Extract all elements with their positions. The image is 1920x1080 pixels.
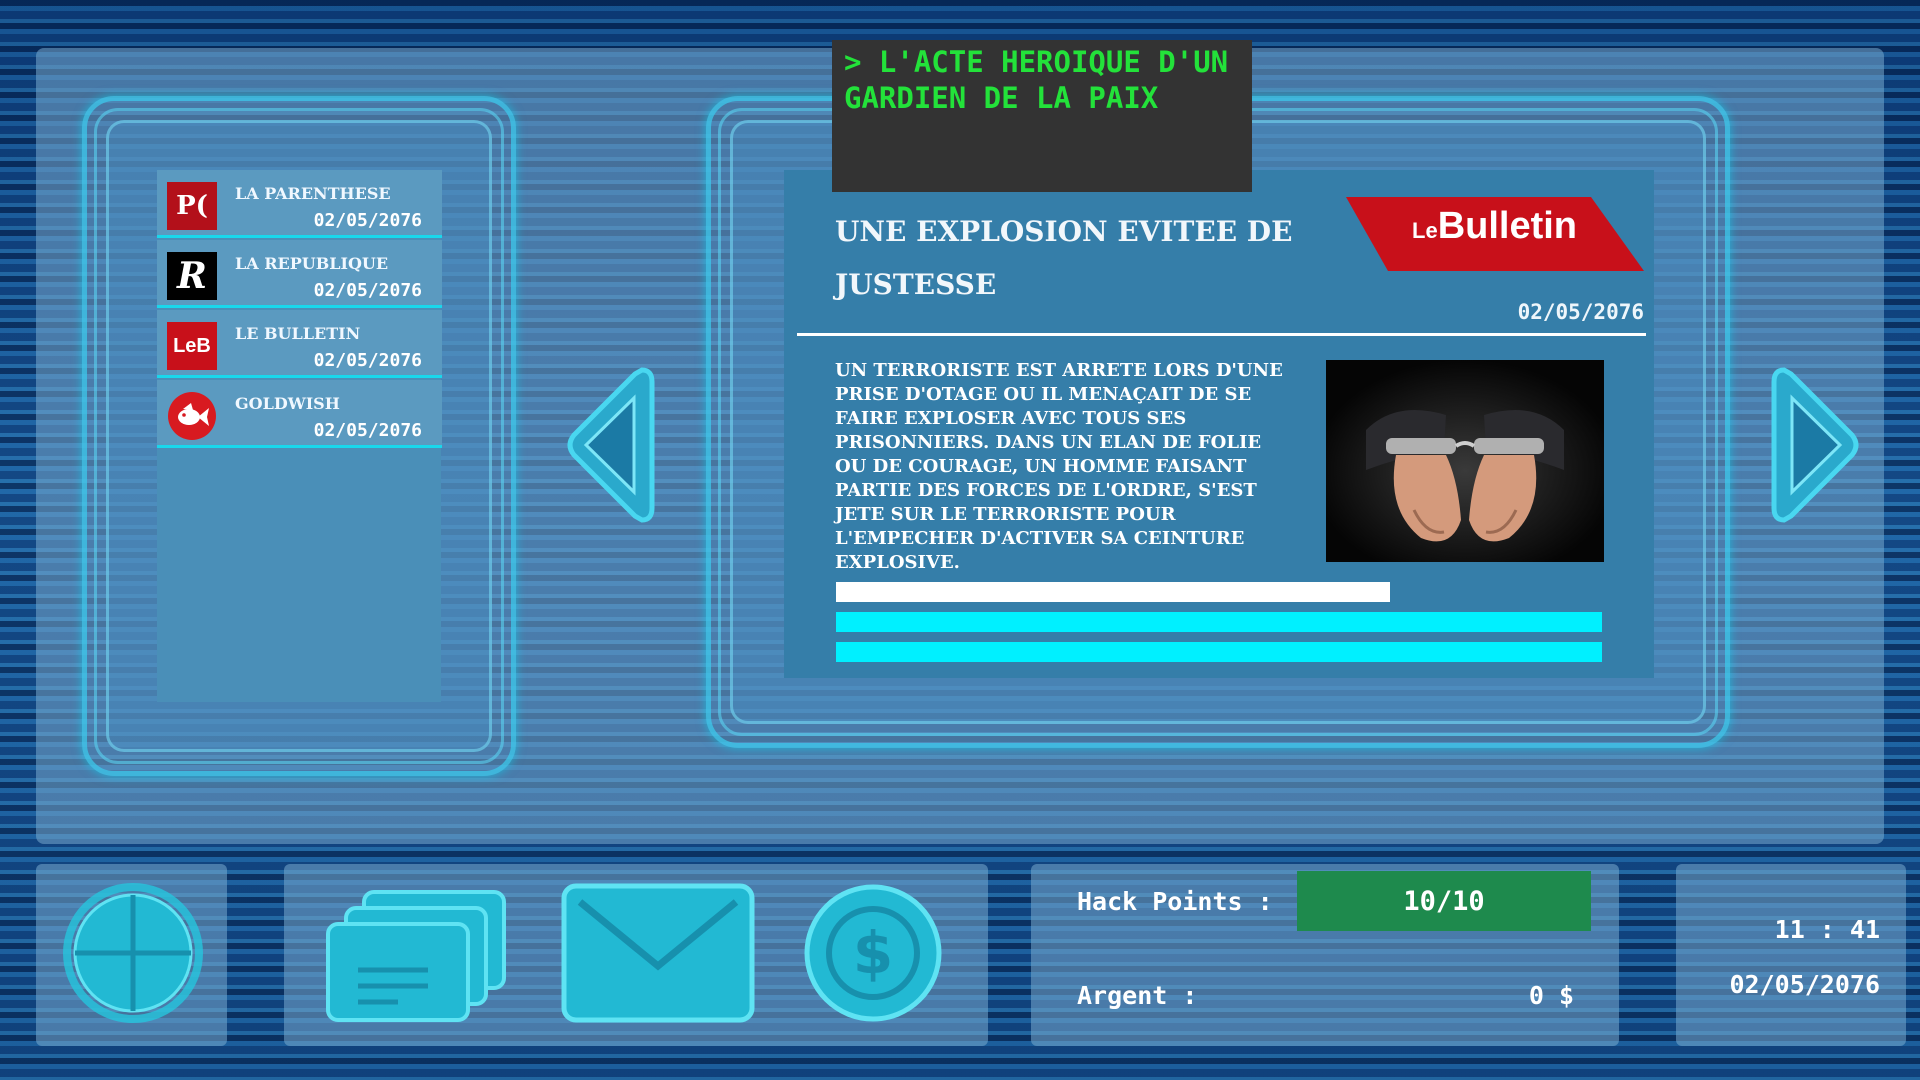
newspaper-date: 02/05/2076 [313, 210, 422, 231]
brand-prefix: Le [1412, 218, 1438, 243]
money-button[interactable]: $ [800, 880, 946, 1026]
previous-article-button[interactable] [560, 360, 660, 530]
newspaper-item-goldwish[interactable]: GOLDWISH 02/05/2076 [157, 380, 442, 448]
la-republique-logo: R [167, 252, 217, 300]
article-date: 02/05/2076 [1517, 300, 1644, 324]
text-placeholder-bar [836, 642, 1602, 662]
headline-banner-text: > L'ACTE HEROIQUE D'UN GARDIEN DE LA PAI… [844, 45, 1229, 115]
newspaper-name: GOLDWISH [235, 394, 340, 413]
newspaper-item-la-republique[interactable]: R LA REPUBLIQUE 02/05/2076 [157, 240, 442, 308]
article-divider [797, 333, 1646, 336]
headline-banner: > L'ACTE HEROIQUE D'UN GARDIEN DE LA PAI… [832, 40, 1252, 192]
newspaper-item-le-bulletin[interactable]: LeB LE BULLETIN 02/05/2076 [157, 310, 442, 378]
newspaper-name: LA REPUBLIQUE [235, 254, 389, 273]
money-label: Argent : [1077, 981, 1198, 1010]
newspaper-date: 02/05/2076 [313, 420, 422, 441]
la-parenthese-logo: P( [167, 182, 217, 230]
mail-button[interactable] [558, 880, 758, 1026]
money-value: 0 $ [1528, 981, 1574, 1010]
le-bulletin-logo: LeB [167, 322, 217, 370]
newspaper-item-la-parenthese[interactable]: P( LA PARENTHESE 02/05/2076 [157, 170, 442, 238]
envelope-icon [561, 883, 755, 1023]
dollar-coin-icon: $ [804, 884, 942, 1022]
bottom-panel-clock [1676, 864, 1906, 1046]
article-title: UNE EXPLOSION EVITEE DE JUSTESSE [835, 215, 1293, 301]
globe-button[interactable] [60, 880, 206, 1026]
newspaper-date: 02/05/2076 [313, 350, 422, 371]
hack-points-value: 10/10 [1297, 871, 1591, 931]
svg-text:$: $ [853, 919, 893, 987]
article-body: UN TERRORISTE EST ARRETE LORS D'UNE PRIS… [835, 360, 1283, 573]
newspaper-list: P( LA PARENTHESE 02/05/2076 R LA REPUBLI… [157, 170, 442, 702]
newspaper-name: LE BULLETIN [235, 324, 361, 343]
brand-name: Bulletin [1437, 205, 1578, 247]
newspaper-date: 02/05/2076 [313, 280, 422, 301]
arrow-right-icon [1771, 367, 1859, 523]
newspaper-name: LA PARENTHESE [235, 184, 391, 203]
goldfish-icon [167, 392, 217, 440]
hack-points-label: Hack Points : [1077, 887, 1273, 916]
next-article-button[interactable] [1766, 360, 1866, 530]
arrow-left-icon [567, 367, 655, 523]
globe-icon [63, 883, 203, 1023]
le-bulletin-brand-logo: LeBulletin [1346, 197, 1646, 271]
news-cards-button[interactable] [318, 880, 516, 1026]
clock-date: 02/05/2076 [1729, 970, 1880, 999]
cards-icon [326, 890, 506, 1022]
text-placeholder-bar [836, 612, 1602, 632]
text-placeholder-bar [836, 582, 1390, 602]
handcuffs-photo [1326, 360, 1604, 562]
clock-time: 11 : 41 [1774, 915, 1880, 944]
